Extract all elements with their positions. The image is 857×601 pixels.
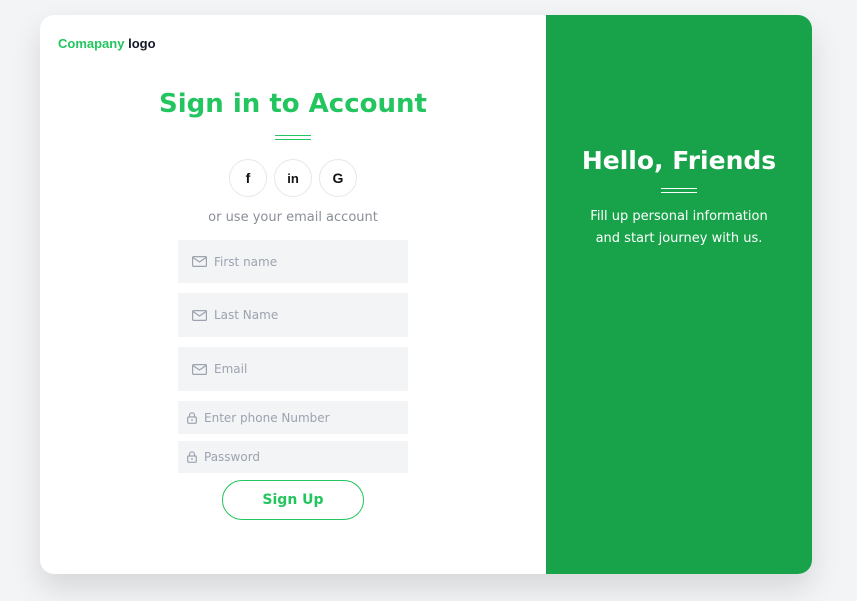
form-title: Sign in to Account xyxy=(159,89,427,119)
welcome-heading: Hello, Friends xyxy=(581,146,777,175)
lock-icon xyxy=(187,451,197,463)
linkedin-button[interactable]: in xyxy=(274,159,312,197)
linkedin-icon: in xyxy=(287,170,299,186)
sign-up-button[interactable]: Sign Up xyxy=(222,480,364,520)
logo-brand: Comapany xyxy=(58,36,125,51)
welcome-divider xyxy=(661,188,697,193)
lock-icon xyxy=(187,411,197,424)
mail-icon xyxy=(192,309,207,321)
first-name-field[interactable] xyxy=(178,240,408,283)
phone-input[interactable] xyxy=(204,410,384,425)
alt-login-text: or use your email account xyxy=(208,210,378,225)
welcome-text: Fill up personal information and start j… xyxy=(546,206,812,250)
phone-field[interactable] xyxy=(178,401,408,434)
social-buttons: f in G xyxy=(229,159,357,197)
facebook-icon: f xyxy=(245,170,251,186)
welcome-line-2: and start journey with us. xyxy=(595,231,763,246)
facebook-button[interactable]: f xyxy=(229,159,267,197)
last-name-input[interactable] xyxy=(214,308,394,322)
form-panel: Comapany logo Sign in to Account f in G … xyxy=(40,15,546,574)
google-button[interactable]: G xyxy=(319,159,357,197)
email-input[interactable] xyxy=(214,362,394,376)
mail-icon xyxy=(192,363,207,375)
company-logo[interactable]: Comapany logo xyxy=(58,36,156,51)
title-divider xyxy=(275,135,311,140)
email-field[interactable] xyxy=(178,347,408,391)
first-name-input[interactable] xyxy=(214,254,394,269)
last-name-field[interactable] xyxy=(178,293,408,337)
password-field[interactable] xyxy=(178,441,408,473)
welcome-line-1: Fill up personal information xyxy=(590,209,768,224)
password-input[interactable] xyxy=(204,450,384,464)
signup-card: Comapany logo Sign in to Account f in G … xyxy=(40,15,812,574)
google-icon: G xyxy=(332,170,344,186)
mail-icon xyxy=(192,256,207,267)
logo-word: logo xyxy=(128,36,156,51)
welcome-panel: Hello, Friends Fill up personal informat… xyxy=(546,15,812,574)
